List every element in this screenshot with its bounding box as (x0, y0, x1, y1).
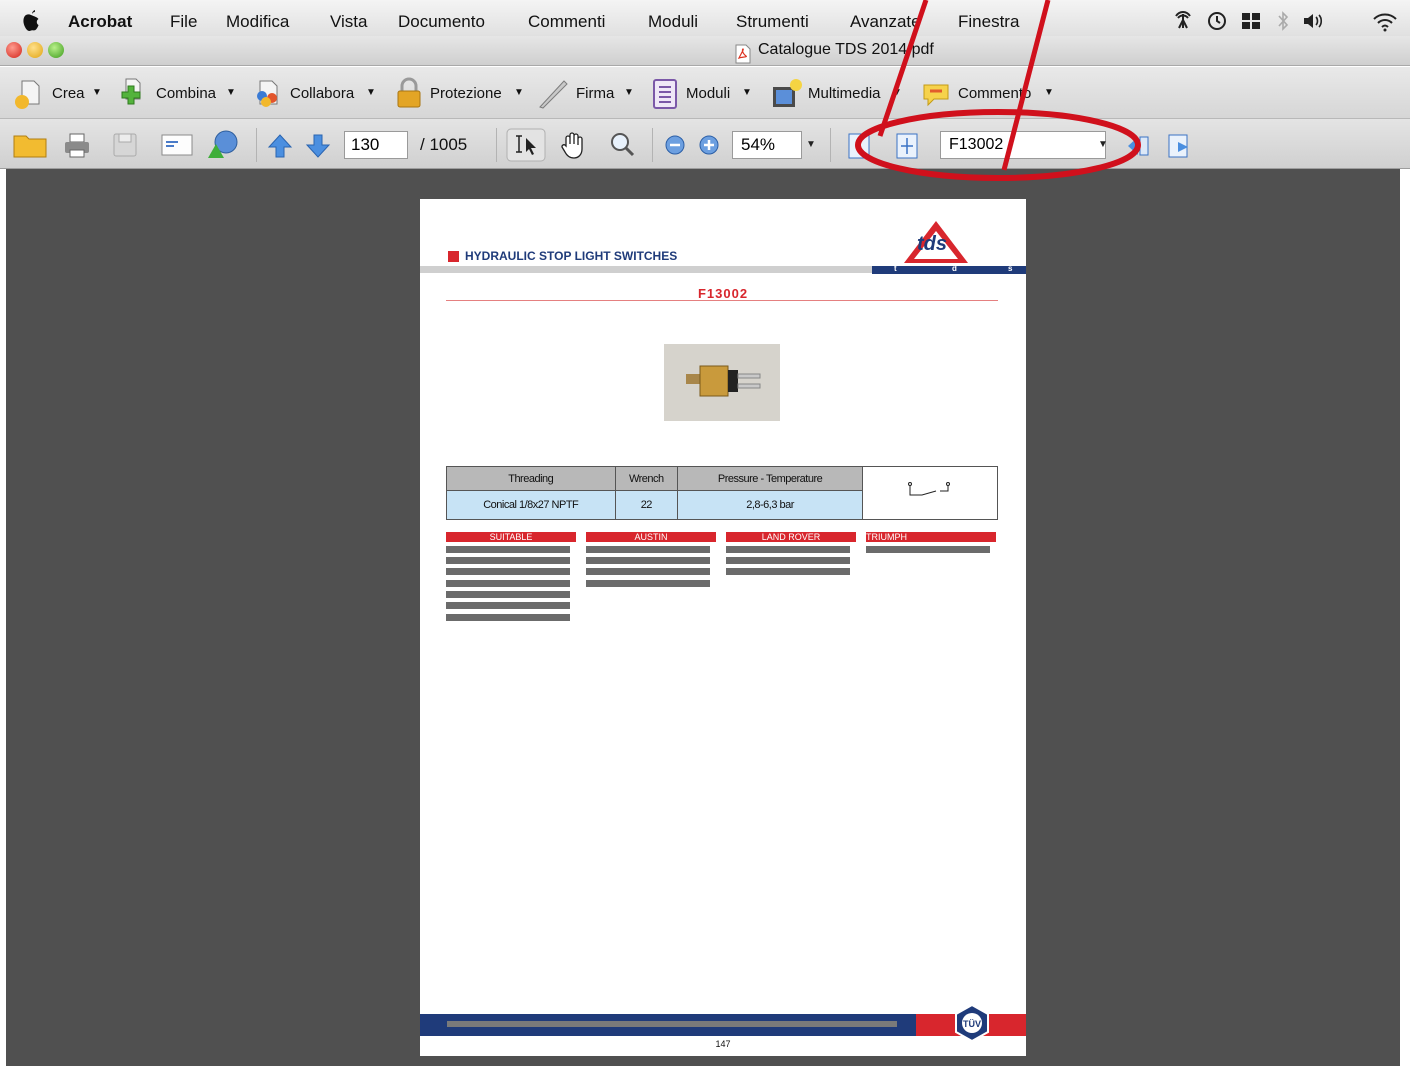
annotation-ellipse (855, 109, 1141, 181)
annotation-arrow-right (1001, 0, 1051, 171)
annotation-overlay (855, 0, 1141, 181)
